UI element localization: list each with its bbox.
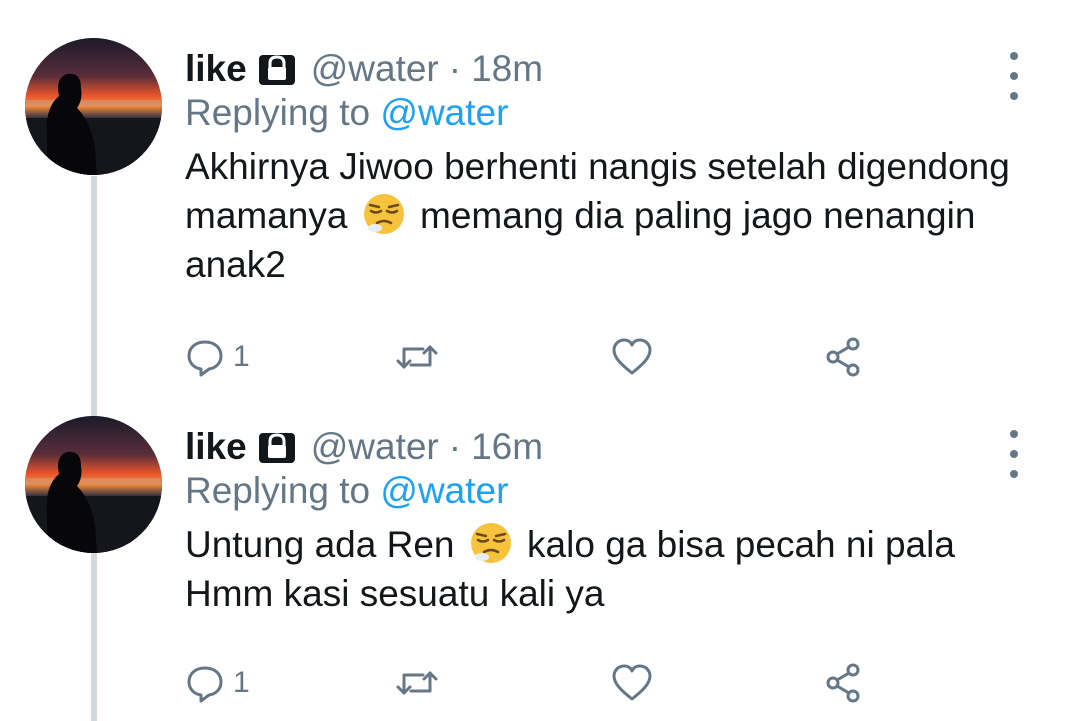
- reply-thread: like @water · 18m Replying to @water Akh…: [0, 0, 1080, 721]
- more-vertical-icon-dot: [1010, 92, 1018, 100]
- tweet-actions: 1: [185, 658, 885, 708]
- user-handle[interactable]: @water: [311, 426, 439, 468]
- replying-to: Replying to @water: [185, 470, 508, 512]
- reply-icon: [185, 337, 225, 377]
- tweet-actions: 1: [185, 332, 885, 382]
- tweet-2[interactable]: like @water · 16m Replying to @water Unt…: [0, 412, 1080, 721]
- timestamp[interactable]: 16m: [471, 426, 543, 468]
- share-icon: [823, 336, 865, 378]
- reply-count: 1: [233, 340, 250, 373]
- heart-icon: [610, 337, 654, 377]
- share-icon: [823, 662, 865, 704]
- more-vertical-icon-dot: [1010, 470, 1018, 478]
- display-name[interactable]: like: [185, 426, 247, 468]
- user-handle[interactable]: @water: [311, 48, 439, 90]
- tired-face-emoji: [469, 521, 513, 565]
- separator-dot: ·: [448, 426, 462, 467]
- tweet-1[interactable]: like @water · 18m Replying to @water Akh…: [0, 34, 1080, 394]
- retweet-icon: [395, 663, 439, 703]
- replying-to-handle[interactable]: @water: [380, 92, 508, 133]
- display-name[interactable]: like: [185, 48, 247, 90]
- like-button[interactable]: [610, 332, 654, 382]
- tweet-text: Untung ada Ren kalo ga bisa pecah ni pal…: [185, 520, 1005, 618]
- more-vertical-icon-dot: [1010, 430, 1018, 438]
- tired-face-emoji: [362, 192, 406, 236]
- avatar[interactable]: [25, 38, 162, 175]
- lock-icon: [257, 429, 297, 465]
- more-vertical-icon-dot: [1010, 450, 1018, 458]
- reply-button[interactable]: 1: [185, 658, 250, 708]
- share-button[interactable]: [823, 658, 865, 708]
- replying-to: Replying to @water: [185, 92, 508, 134]
- more-vertical-icon-dot: [1010, 72, 1018, 80]
- avatar[interactable]: [25, 416, 162, 553]
- tweet-header: like @water · 16m: [185, 422, 543, 472]
- retweet-button[interactable]: [395, 332, 439, 382]
- more-options-button[interactable]: [1002, 52, 1026, 100]
- tweet-text: Akhirnya Jiwoo berhenti nangis setelah d…: [185, 142, 1015, 289]
- tweet-text-part-1: Untung ada Ren: [185, 524, 455, 565]
- reply-count: 1: [233, 666, 250, 699]
- reply-button[interactable]: 1: [185, 332, 250, 382]
- tweet-header: like @water · 18m: [185, 44, 543, 94]
- retweet-button[interactable]: [395, 658, 439, 708]
- reply-icon: [185, 663, 225, 703]
- replying-to-handle[interactable]: @water: [380, 470, 508, 511]
- replying-to-label: Replying to: [185, 92, 371, 133]
- retweet-icon: [395, 337, 439, 377]
- more-vertical-icon-dot: [1010, 52, 1018, 60]
- share-button[interactable]: [823, 332, 865, 382]
- heart-icon: [610, 663, 654, 703]
- separator-dot: ·: [448, 48, 462, 89]
- like-button[interactable]: [610, 658, 654, 708]
- replying-to-label: Replying to: [185, 470, 371, 511]
- more-options-button[interactable]: [1002, 430, 1026, 478]
- timestamp[interactable]: 18m: [471, 48, 543, 90]
- lock-icon: [257, 51, 297, 87]
